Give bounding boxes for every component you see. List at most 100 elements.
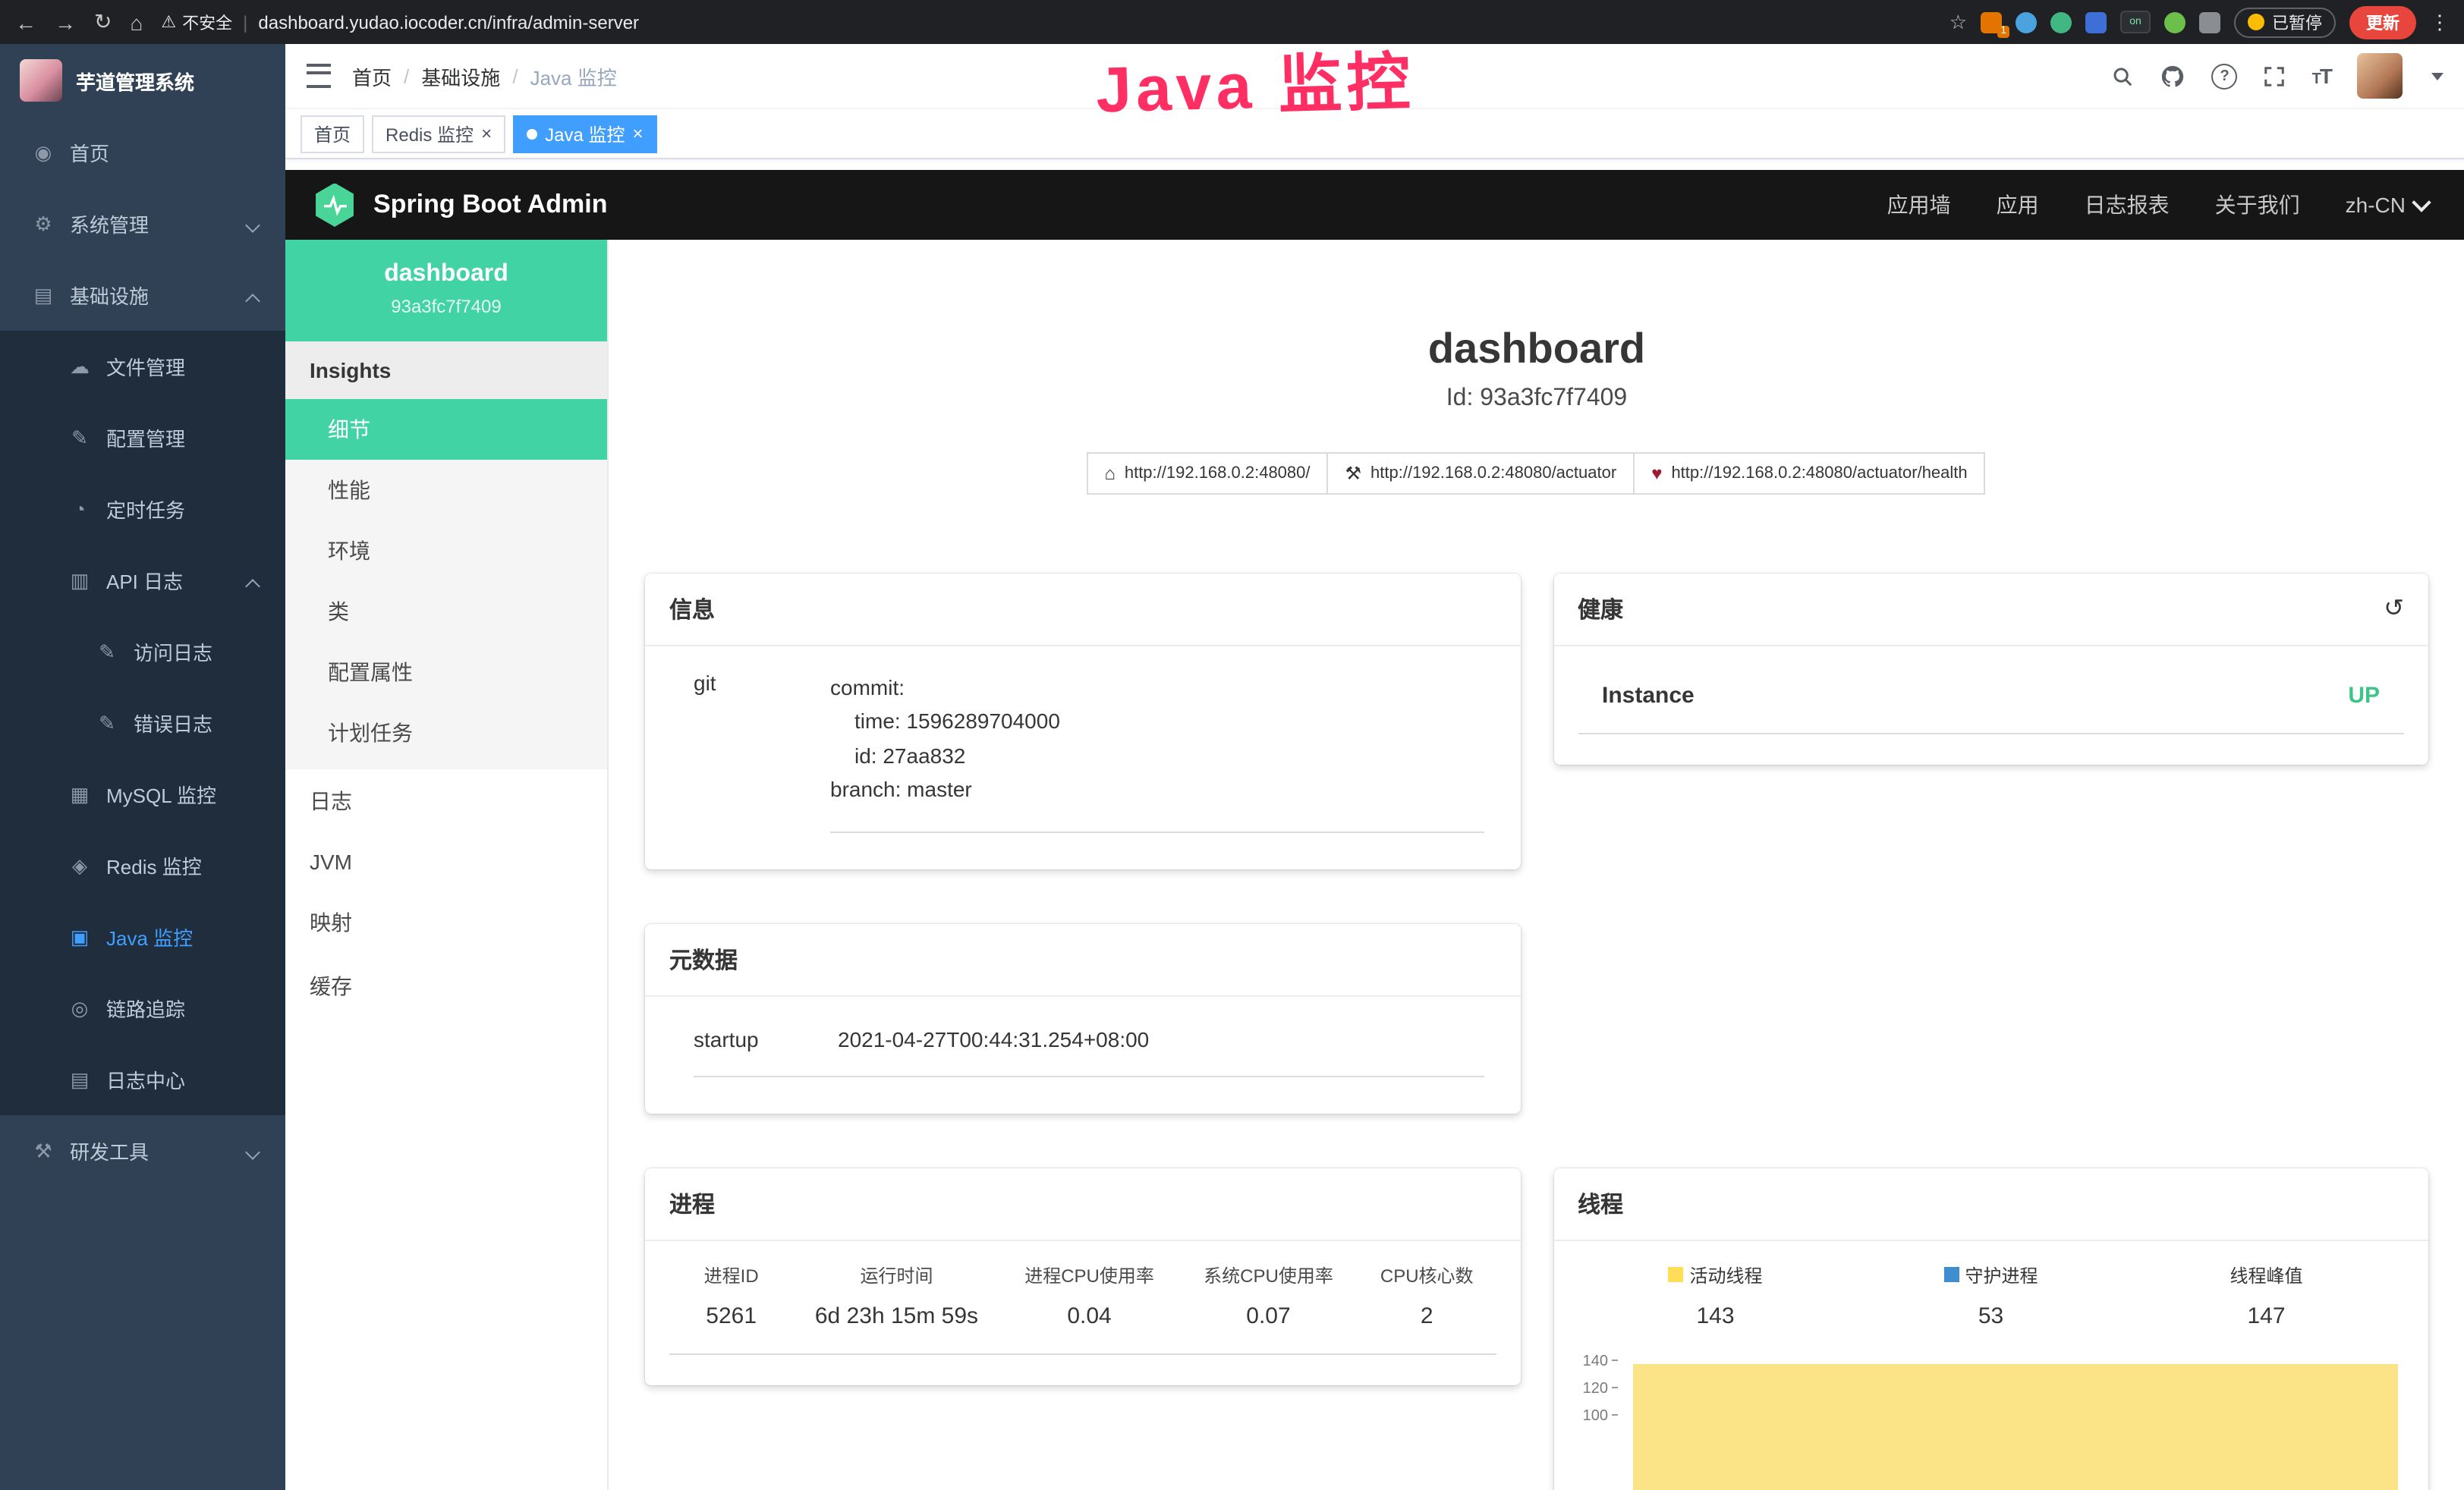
browser-back-icon[interactable]: ← bbox=[15, 10, 36, 34]
locale-select[interactable]: zh-CN bbox=[2346, 193, 2428, 217]
app-sidebar: 芋道管理系统 ◉ 首页 ⚙ 系统管理 ▤ 基础设施 ☁ 文件管理 bbox=[0, 44, 285, 1490]
sba-nav-applications[interactable]: 应用 bbox=[1997, 190, 2039, 220]
sba-item-jvm[interactable]: JVM bbox=[285, 833, 607, 891]
sba-nav-links: 应用墙 应用 日志报表 关于我们 zh-CN bbox=[1887, 190, 2428, 220]
sba-item-scheduled-tasks[interactable]: 计划任务 bbox=[285, 703, 607, 763]
sidebar-item-error-logs[interactable]: ✎ 错误日志 bbox=[0, 687, 285, 759]
sidebar-toggle-icon[interactable] bbox=[307, 64, 331, 88]
health-url-link[interactable]: ♥ http://192.168.0.2:48080/actuator/heal… bbox=[1633, 452, 1985, 495]
health-row: Instance UP bbox=[1578, 671, 2404, 734]
chevron-down-icon bbox=[245, 218, 260, 233]
switch-extension-icon[interactable]: on bbox=[2120, 11, 2151, 33]
breadcrumb-infrastructure[interactable]: 基础设施 bbox=[421, 61, 500, 90]
process-value: 5261 bbox=[669, 1303, 793, 1328]
tab-home[interactable]: 首页 bbox=[301, 115, 364, 152]
bookmark-star-icon[interactable]: ☆ bbox=[1949, 10, 1967, 34]
user-avatar[interactable] bbox=[2357, 53, 2403, 99]
not-secure-warning[interactable]: ⚠ 不安全 bbox=[161, 10, 232, 34]
sba-nav-about[interactable]: 关于我们 bbox=[2215, 190, 2300, 220]
legend-label: 守护进程 bbox=[1965, 1262, 2038, 1287]
breadcrumb-home[interactable]: 首页 bbox=[352, 61, 392, 90]
process-table: 进程ID 运行时间 进程CPU使用率 系统CPU使用率 CPU核心数 5261 … bbox=[669, 1262, 1496, 1354]
sidebar-item-file-management[interactable]: ☁ 文件管理 bbox=[0, 331, 285, 402]
process-value: 0.04 bbox=[1000, 1303, 1179, 1328]
git-branch-line: branch: master bbox=[830, 772, 1484, 806]
metadata-label: startup bbox=[694, 1026, 838, 1051]
sba-nav-journal[interactable]: 日志报表 bbox=[2085, 190, 2170, 220]
dashboard-icon: ◉ bbox=[30, 140, 56, 165]
sidebar-item-label: 基础设施 bbox=[70, 281, 149, 310]
browser-reload-icon[interactable]: ↻ bbox=[94, 9, 112, 35]
sba-item-mappings[interactable]: 映射 bbox=[285, 891, 607, 954]
sidebar-item-api-logs[interactable]: ▥ API 日志 bbox=[0, 545, 285, 616]
card-title: 元数据 bbox=[669, 943, 738, 975]
fox-extension-icon[interactable]: 1 bbox=[1981, 11, 2002, 33]
app-title: 芋道管理系统 bbox=[76, 66, 194, 95]
leaf-extension-icon[interactable] bbox=[2164, 11, 2186, 33]
sba-item-details[interactable]: 细节 bbox=[285, 399, 607, 460]
chevron-up-icon bbox=[245, 579, 260, 594]
paused-badge[interactable]: 已暂停 bbox=[2234, 7, 2336, 37]
browser-actions: ☆ 1 on 已暂停 更新 ⋮ bbox=[1949, 5, 2450, 39]
sba-item-environment[interactable]: 环境 bbox=[285, 520, 607, 581]
sidebar-item-scheduled-tasks[interactable]: ◔ 定时任务 bbox=[0, 473, 285, 545]
process-header: CPU核心数 bbox=[1358, 1262, 1496, 1287]
sidebar-item-java-monitor[interactable]: ▣ Java 监控 bbox=[0, 901, 285, 973]
avatar-caret-icon[interactable] bbox=[2431, 72, 2444, 80]
sidebar-item-config-management[interactable]: ✎ 配置管理 bbox=[0, 402, 285, 473]
instance-name: dashboard bbox=[310, 261, 583, 288]
sidebar-item-system-management[interactable]: ⚙ 系统管理 bbox=[0, 188, 285, 259]
document-icon: ✎ bbox=[94, 711, 120, 735]
legend-value: 147 bbox=[2129, 1303, 2404, 1328]
close-icon[interactable]: × bbox=[632, 124, 643, 143]
fullscreen-icon[interactable] bbox=[2264, 64, 2286, 87]
sidebar-item-mysql-monitor[interactable]: ▦ MySQL 监控 bbox=[0, 759, 285, 830]
grid-extension-icon[interactable] bbox=[2085, 11, 2107, 33]
log-center-icon: ▤ bbox=[67, 1067, 93, 1092]
history-icon[interactable]: ↺ bbox=[2384, 597, 2404, 621]
sidebar-item-home[interactable]: ◉ 首页 bbox=[0, 117, 285, 188]
sba-item-classes[interactable]: 类 bbox=[285, 581, 607, 642]
sba-item-config-props[interactable]: 配置属性 bbox=[285, 642, 607, 703]
redis-icon: ◈ bbox=[67, 853, 93, 878]
actuator-url-link[interactable]: ⚒ http://192.168.0.2:48080/actuator bbox=[1327, 452, 1635, 495]
search-icon[interactable] bbox=[2112, 64, 2135, 87]
help-icon[interactable]: ? bbox=[2212, 63, 2238, 89]
link-url: http://192.168.0.2:48080/actuator/health bbox=[1671, 464, 1967, 483]
sba-item-caches[interactable]: 缓存 bbox=[285, 954, 607, 1018]
browser-home-icon[interactable]: ⌂ bbox=[130, 10, 143, 34]
process-header: 系统CPU使用率 bbox=[1179, 1262, 1358, 1287]
github-icon[interactable] bbox=[2160, 63, 2186, 89]
sidebar-item-access-logs[interactable]: ✎ 访问日志 bbox=[0, 616, 285, 687]
font-size-icon[interactable]: TT bbox=[2312, 64, 2331, 88]
legend-value: 53 bbox=[1853, 1303, 2129, 1328]
sidebar-item-log-center[interactable]: ▤ 日志中心 bbox=[0, 1044, 285, 1115]
close-icon[interactable]: × bbox=[481, 124, 492, 143]
sidebar-item-link-tracing[interactable]: ◎ 链路追踪 bbox=[0, 973, 285, 1044]
sidebar-item-redis-monitor[interactable]: ◈ Redis 监控 bbox=[0, 830, 285, 901]
sba-item-logs[interactable]: 日志 bbox=[285, 769, 607, 833]
link-url: http://192.168.0.2:48080/actuator bbox=[1370, 464, 1616, 483]
sidebar-item-label: 链路追踪 bbox=[106, 994, 185, 1023]
browser-menu-icon[interactable]: ⋮ bbox=[2430, 10, 2450, 34]
git-id-line: id: 27aa832 bbox=[830, 739, 1484, 773]
tab-java-monitor[interactable]: Java 监控 × bbox=[513, 115, 656, 152]
sba-main: dashboard Id: 93a3fc7f7409 ⌂ http://192.… bbox=[609, 240, 2464, 1490]
sba-brand[interactable]: Spring Boot Admin bbox=[313, 183, 608, 227]
link-url: http://192.168.0.2:48080/ bbox=[1125, 464, 1311, 483]
browser-forward-icon[interactable]: → bbox=[55, 10, 76, 34]
sba-nav-wallboard[interactable]: 应用墙 bbox=[1887, 190, 1951, 220]
address-bar[interactable]: ⚠ 不安全 | dashboard.yudao.iocoder.cn/infra… bbox=[161, 10, 639, 34]
sba-item-metrics[interactable]: 性能 bbox=[285, 460, 607, 520]
drop-extension-icon[interactable] bbox=[2016, 11, 2037, 33]
sidebar-item-label: 错误日志 bbox=[134, 709, 212, 737]
tab-redis-monitor[interactable]: Redis 监控 × bbox=[372, 115, 505, 152]
sidebar-item-infrastructure[interactable]: ▤ 基础设施 bbox=[0, 259, 285, 331]
puzzle-extension-icon[interactable] bbox=[2199, 11, 2220, 33]
breadcrumb-separator: / bbox=[404, 64, 409, 87]
vue-devtools-icon[interactable] bbox=[2050, 11, 2072, 33]
git-commit-line: commit: bbox=[830, 671, 1484, 705]
sidebar-item-dev-tools[interactable]: ⚒ 研发工具 bbox=[0, 1115, 285, 1187]
update-button[interactable]: 更新 bbox=[2349, 5, 2416, 39]
service-url-link[interactable]: ⌂ http://192.168.0.2:48080/ bbox=[1086, 452, 1328, 495]
